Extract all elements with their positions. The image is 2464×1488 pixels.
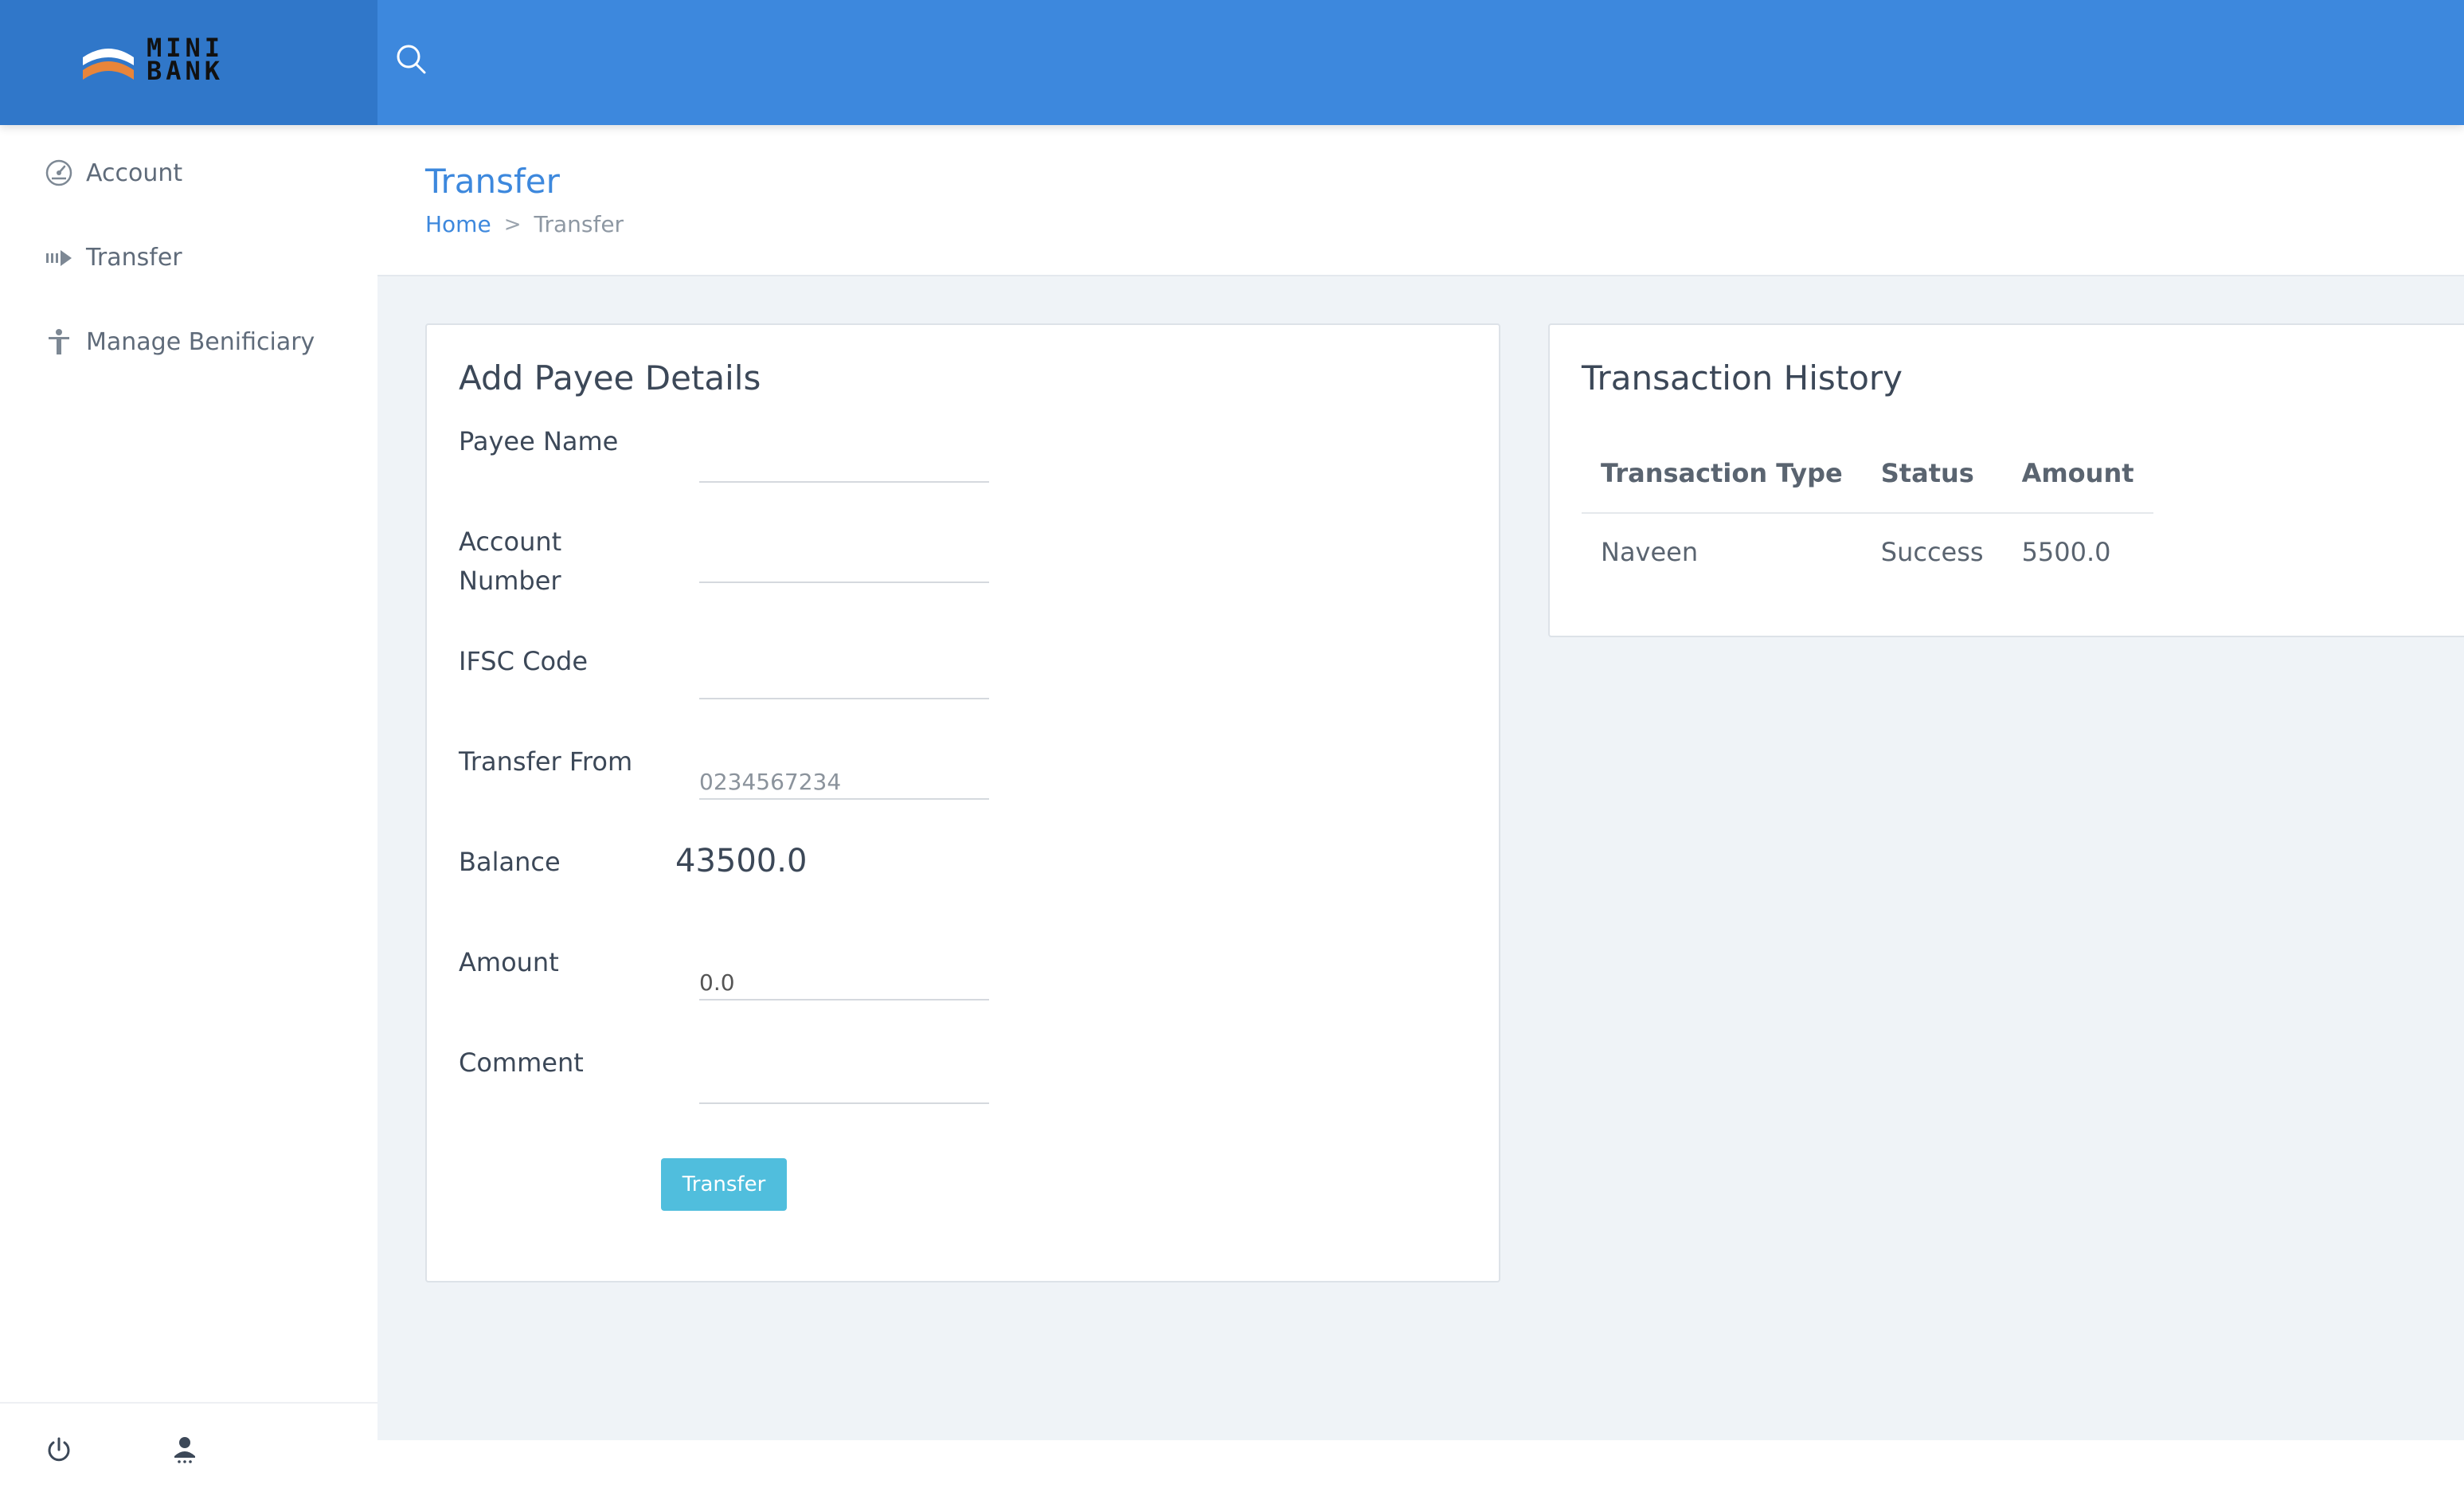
logo-text: MINI BANK [147,35,225,86]
chevron-right-icon: > [503,212,522,237]
sidebar-item-label: Account [86,159,183,187]
balance-value: 43500.0 [675,843,808,879]
bank-logo-icon [83,49,134,80]
comment-input[interactable] [699,1064,989,1104]
transaction-history-table: Transaction Type Status Amount Naveen Su… [1582,433,2153,589]
comment-label: Comment [459,1047,584,1078]
user-icon[interactable] [169,1434,201,1466]
page-footer [377,1440,2464,1488]
page-header: Transfer Home > Transfer [377,125,2464,276]
payee-name-label: Payee Name [459,426,619,456]
amount-label: Amount [459,947,559,977]
sidebar-item-transfer[interactable]: Transfer [40,233,366,281]
sidebar-item-manage-beneficiary[interactable]: Manage Benificiary [40,318,366,366]
account-number-input[interactable] [699,543,989,583]
table-header-row: Transaction Type Status Amount [1582,433,2153,514]
add-payee-title: Add Payee Details [459,358,761,397]
power-icon[interactable] [43,1434,75,1466]
person-icon [40,323,78,361]
column-header-transaction-type: Transaction Type [1582,433,1862,514]
transfer-button[interactable]: Transfer [661,1158,787,1211]
column-header-status: Status [1861,433,2003,514]
transfer-from-input[interactable] [699,760,989,800]
ifsc-code-input[interactable] [699,660,989,699]
transfer-icon [40,238,78,276]
logo[interactable]: MINI BANK [0,0,377,125]
logo-text-line2: BANK [147,56,225,86]
sidebar-item-label: Transfer [86,243,182,272]
cell-transaction-type: Naveen [1601,536,1699,567]
breadcrumb-current: Transfer [534,211,624,237]
sidebar-item-account[interactable]: Account [40,149,366,197]
table-row: Naveen Success 5500.0 [1582,513,2153,589]
payee-name-input[interactable] [699,443,989,483]
top-navbar: MINI BANK [0,0,2464,125]
balance-label: Balance [459,847,561,877]
transaction-history-card: Transaction History Transaction Type Sta… [1548,323,2464,637]
account-number-label: Account Number [459,527,562,596]
amount-input[interactable] [699,961,989,1000]
page-title: Transfer [425,162,560,201]
dashboard-icon [40,154,78,192]
transfer-from-label: Transfer From [459,746,633,777]
sidebar: Account Transfer Manage Benificiary [0,125,377,1488]
cell-amount: 5500.0 [2021,536,2111,567]
add-payee-card: Add Payee Details Payee Name Account Num… [425,323,1500,1282]
transaction-history-title: Transaction History [1582,358,1903,397]
breadcrumb: Home > Transfer [425,211,624,237]
sidebar-footer [0,1402,377,1488]
sidebar-item-label: Manage Benificiary [86,327,315,356]
cell-status: Success [1880,536,1984,567]
search-icon[interactable] [393,41,428,76]
column-header-amount: Amount [2002,433,2153,514]
breadcrumb-home-link[interactable]: Home [425,211,491,237]
ifsc-code-label: IFSC Code [459,646,589,676]
